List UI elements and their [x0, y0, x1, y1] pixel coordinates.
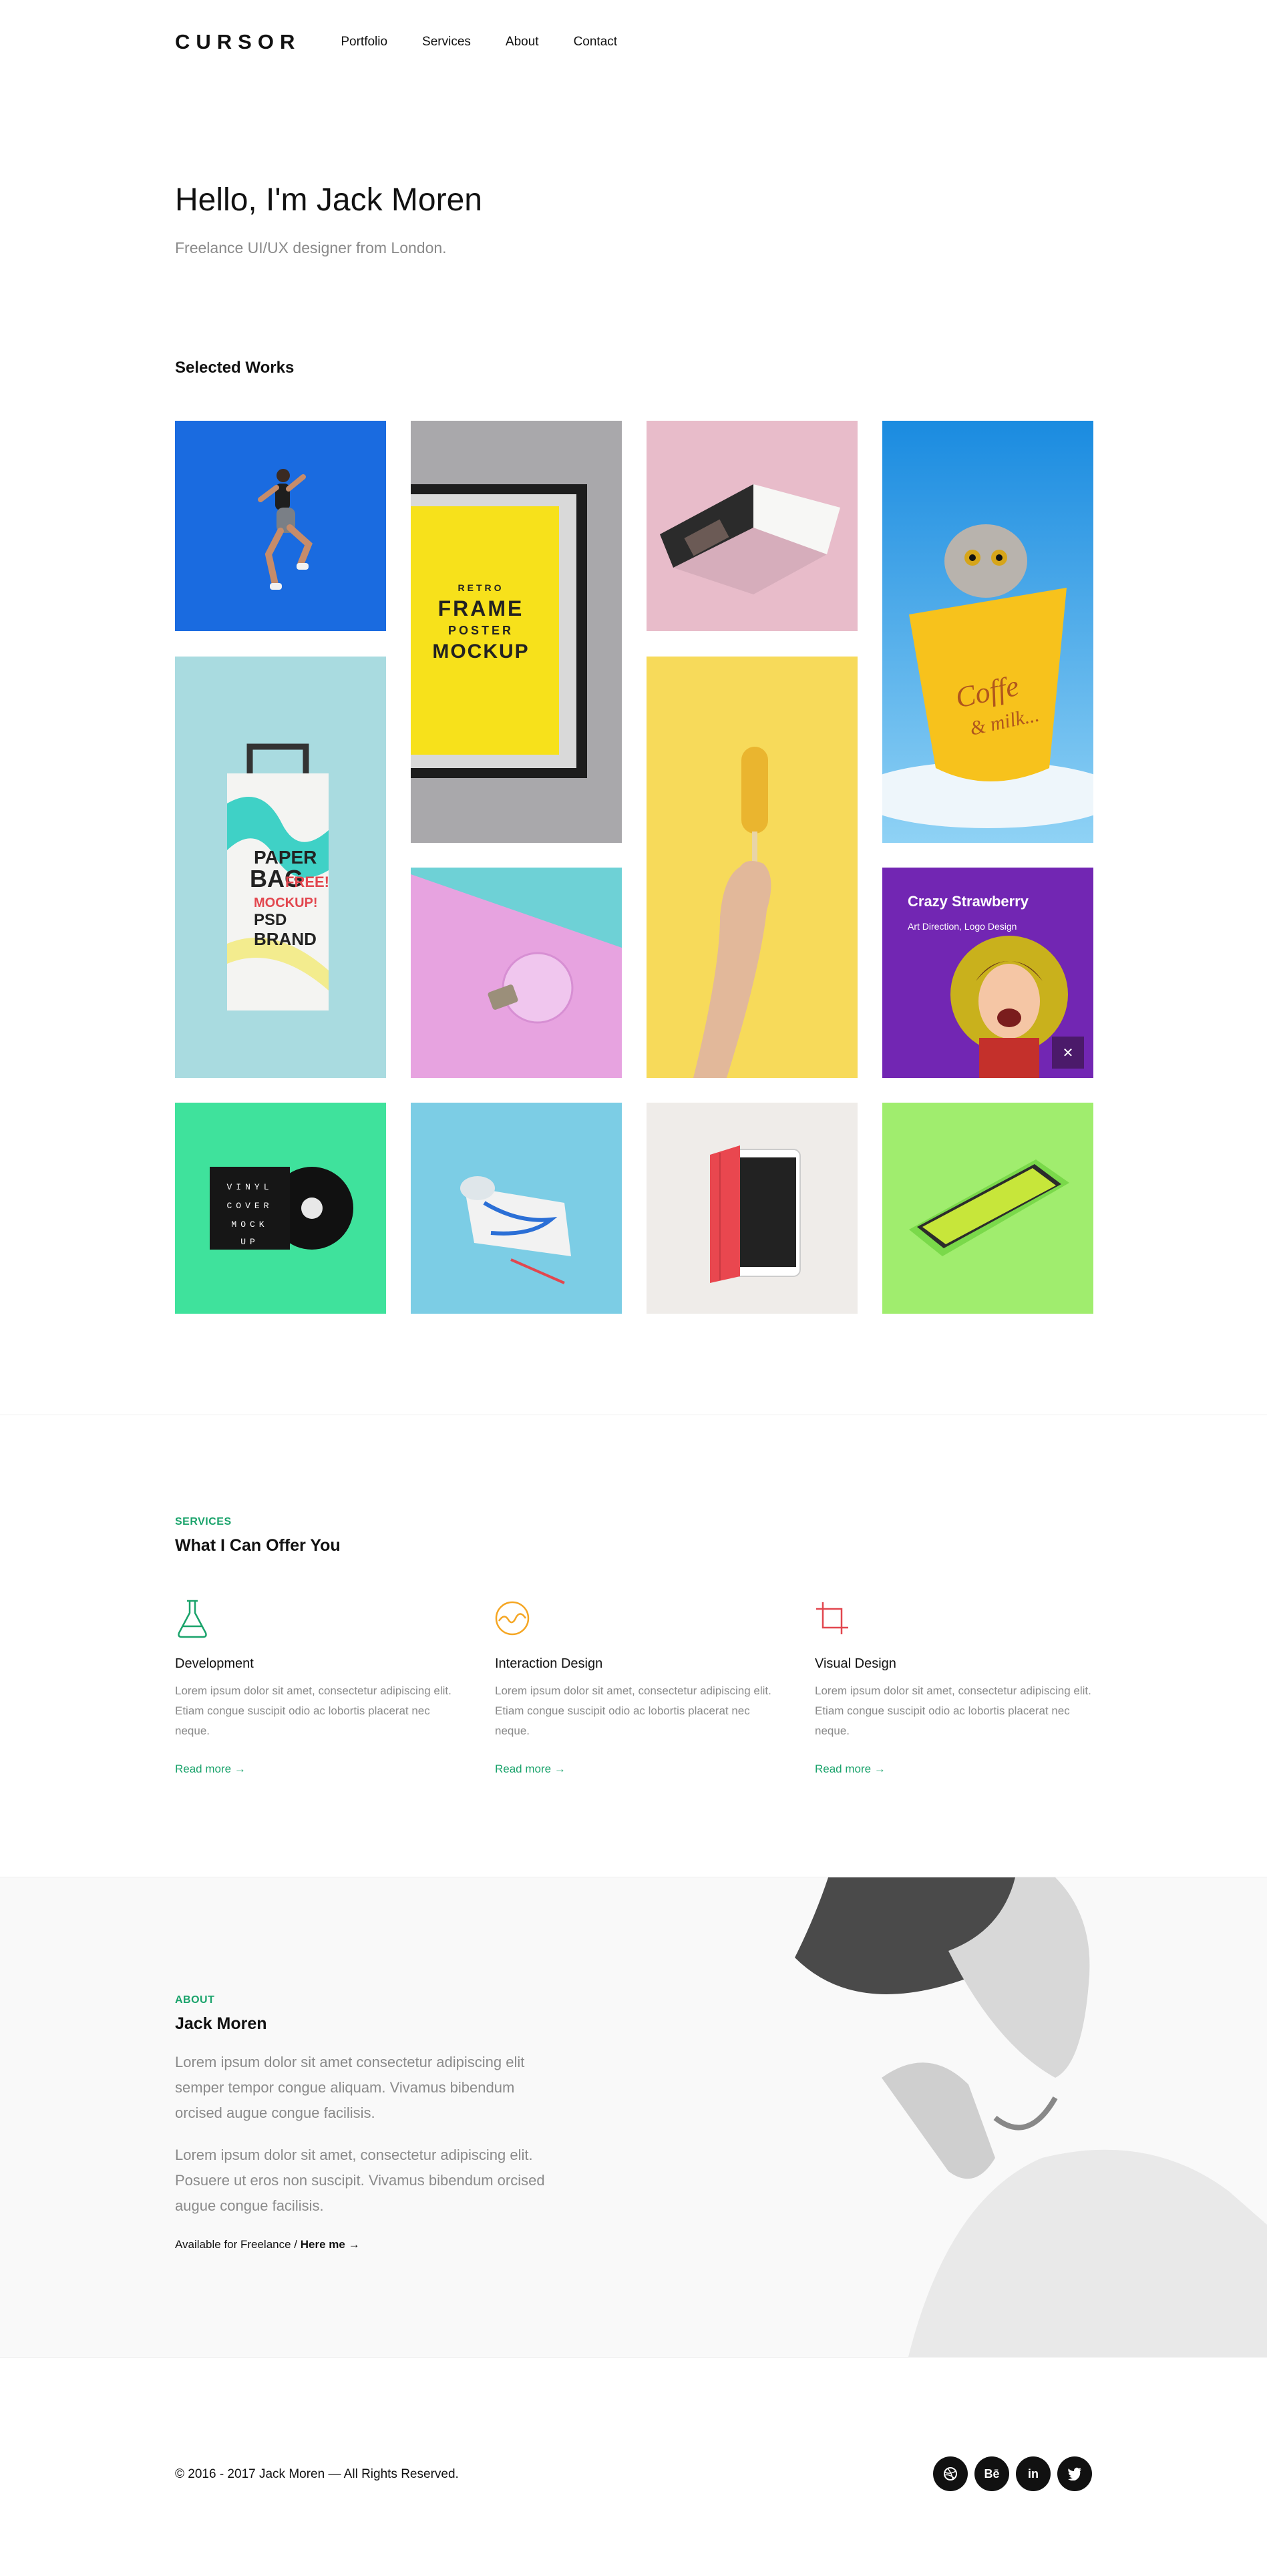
behance-icon[interactable]: Bē	[974, 2456, 1009, 2491]
sketchbook-illustration	[460, 1176, 571, 1284]
svg-text:UP: UP	[240, 1237, 259, 1247]
service-description: Lorem ipsum dolor sit amet, consectetur …	[175, 1684, 451, 1737]
about-name: Jack Moren	[175, 2014, 267, 2033]
nav-services[interactable]: Services	[422, 35, 471, 49]
services-eyebrow: SERVICES	[175, 1516, 232, 1527]
ipad-illustration	[710, 1145, 801, 1283]
arrow-right-icon: →	[234, 1763, 246, 1775]
crop-icon	[816, 1602, 848, 1634]
work-tile-phone[interactable]	[882, 1103, 1093, 1314]
svg-text:MOCKUP!: MOCKUP!	[254, 896, 318, 910]
work-tile-coffee[interactable]: Coffe & milk...	[882, 421, 1093, 843]
services-title: What I Can Offer You	[175, 1536, 341, 1555]
service-title: Development	[175, 1656, 254, 1671]
nav-contact[interactable]: Contact	[574, 35, 617, 49]
service-title: Interaction Design	[495, 1656, 603, 1671]
service-visual-design: Visual Design Lorem ipsum dolor sit amet…	[815, 1598, 1095, 1776]
main-nav: Portfolio Services About Contact	[341, 35, 652, 49]
svg-text:MOCK: MOCK	[231, 1220, 268, 1230]
about-section: ABOUT Jack Moren Lorem ipsum dolor sit a…	[0, 1877, 1267, 2357]
vinyl-illustration: VINYL COVER MOCK UP	[210, 1167, 353, 1250]
service-development: Development Lorem ipsum dolor sit amet, …	[175, 1598, 456, 1776]
expand-button[interactable]: ✕	[1052, 1037, 1084, 1069]
freelance-line: Available for Freelance / Here me →	[175, 2238, 360, 2251]
portrait-photo	[791, 1877, 1267, 2357]
copyright: © 2016 - 2017 Jack Moren — All Rights Re…	[175, 2467, 459, 2481]
expand-icon: ✕	[1062, 1045, 1074, 1061]
nav-about[interactable]: About	[506, 35, 539, 49]
work-tile-paper-bag[interactable]: PAPER BAG FREE! MOCKUP! PSD BRAND	[175, 657, 386, 1078]
hire-me-link[interactable]: Here me →	[301, 2238, 360, 2251]
frame-illustration: RETRO FRAME POSTER MOCKUP	[411, 484, 587, 778]
work-tile-popsicle[interactable]	[647, 657, 858, 1078]
work-tile-frame[interactable]: RETRO FRAME POSTER MOCKUP	[411, 421, 622, 843]
service-interaction-design: Interaction Design Lorem ipsum dolor sit…	[495, 1598, 775, 1776]
twitter-icon[interactable]	[1057, 2456, 1092, 2491]
lightbulb-illustration	[411, 868, 622, 1078]
svg-text:FREE!: FREE!	[285, 874, 329, 890]
hero-subtitle: Freelance UI/UX designer from London.	[175, 239, 447, 256]
section-divider	[0, 2357, 1267, 2358]
social-links: Bē in	[933, 2456, 1099, 2491]
book-illustration	[660, 484, 840, 594]
work-tile-crazy-strawberry[interactable]: Crazy Strawberry Art Direction, Logo Des…	[882, 868, 1093, 1078]
linkedin-icon[interactable]: in	[1016, 2456, 1051, 2491]
svg-text:POSTER: POSTER	[448, 624, 514, 637]
about-paragraph-2: Lorem ipsum dolor sit amet, consectetur …	[175, 2147, 545, 2214]
svg-text:BRAND: BRAND	[254, 929, 317, 949]
read-more-link[interactable]: Read more →	[815, 1763, 886, 1776]
svg-text:MOCKUP: MOCKUP	[432, 640, 529, 663]
work-tile-lightbulb[interactable]	[411, 868, 622, 1078]
runner-illustration	[258, 469, 313, 590]
paper-bag-illustration: PAPER BAG FREE! MOCKUP! PSD BRAND	[227, 743, 329, 1010]
nav-portfolio[interactable]: Portfolio	[341, 35, 387, 49]
about-eyebrow: ABOUT	[175, 1994, 215, 2006]
logo[interactable]: CURSOR	[175, 30, 301, 54]
work-tile-sketchbook[interactable]	[411, 1103, 622, 1314]
dribbble-icon[interactable]	[933, 2456, 968, 2491]
hero-title: Hello, I'm Jack Moren	[175, 182, 482, 218]
phone-illustration	[909, 1159, 1069, 1256]
svg-text:VINYL: VINYL	[226, 1182, 273, 1192]
svg-text:RETRO: RETRO	[458, 582, 504, 593]
read-more-link[interactable]: Read more →	[175, 1763, 246, 1776]
work-overlay-title: Crazy Strawberry	[908, 893, 1029, 910]
svg-text:PSD: PSD	[254, 911, 287, 929]
site-header: CURSOR Portfolio Services About Contact	[175, 29, 1093, 55]
selected-works-title: Selected Works	[175, 359, 295, 377]
popsicle-illustration	[693, 747, 771, 1078]
work-tile-ipad[interactable]	[647, 1103, 858, 1314]
work-tile-vinyl[interactable]: VINYL COVER MOCK UP	[175, 1103, 386, 1314]
work-overlay-subtitle: Art Direction, Logo Design	[908, 921, 1017, 932]
svg-text:FRAME: FRAME	[438, 596, 524, 620]
about-paragraph-1: Lorem ipsum dolor sit amet consectetur a…	[175, 2054, 525, 2121]
service-description: Lorem ipsum dolor sit amet, consectetur …	[815, 1684, 1091, 1737]
arrow-right-icon: →	[874, 1763, 886, 1775]
service-title: Visual Design	[815, 1656, 896, 1671]
coffee-illustration: Coffe & milk...	[882, 421, 1093, 843]
work-tile-runner[interactable]	[175, 421, 386, 631]
service-description: Lorem ipsum dolor sit amet, consectetur …	[495, 1684, 771, 1737]
wave-circle-icon	[495, 1601, 530, 1636]
work-tile-book[interactable]	[647, 421, 858, 631]
svg-text:COVER: COVER	[226, 1201, 273, 1211]
read-more-link[interactable]: Read more →	[495, 1763, 566, 1776]
arrow-right-icon: →	[554, 1763, 566, 1775]
arrow-right-icon: →	[348, 2238, 360, 2251]
flask-icon	[178, 1600, 207, 1638]
